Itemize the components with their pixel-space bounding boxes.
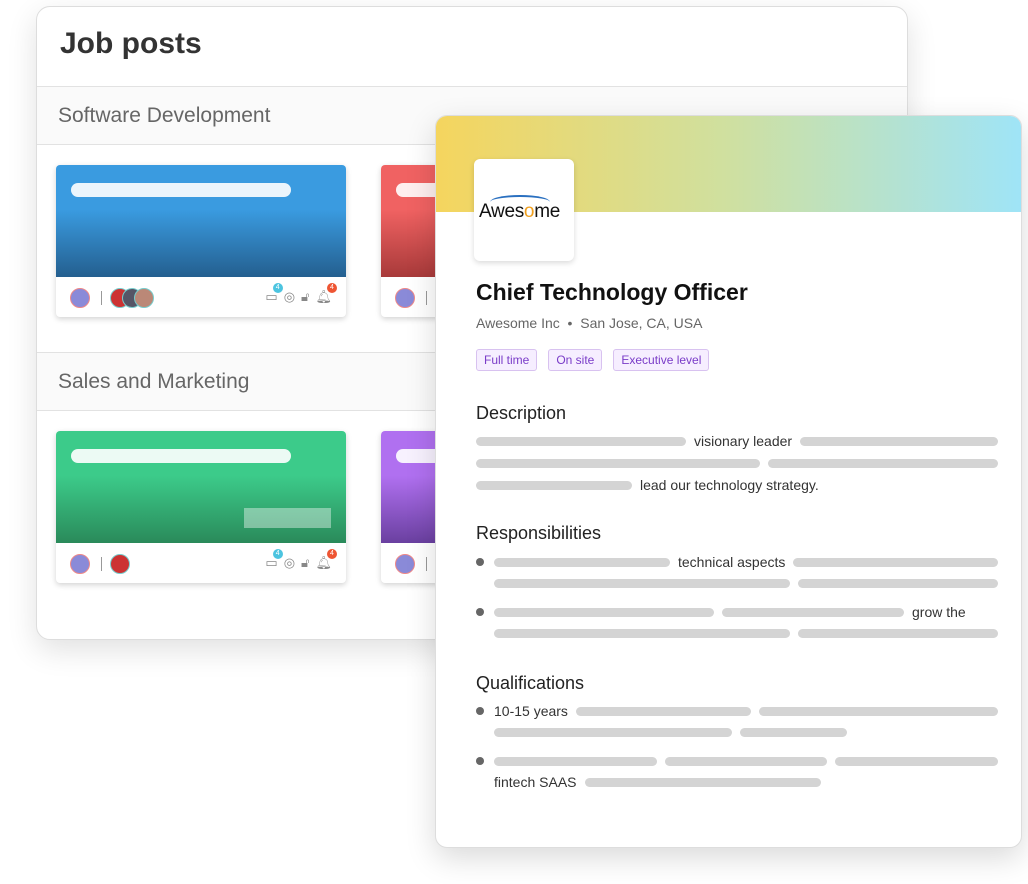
avatar xyxy=(395,554,415,574)
tag-list: Full time On site Executive level xyxy=(476,349,710,371)
bell-icon[interactable]: 🔔︎ 4 xyxy=(315,283,337,305)
avatar xyxy=(70,288,90,308)
lock-icon[interactable]: 🔓︎ xyxy=(301,555,309,571)
responsibilities-heading: Responsibilities xyxy=(476,523,602,543)
tag: Full time xyxy=(476,349,538,371)
eye-icon[interactable]: ◎ xyxy=(284,555,295,571)
description-heading: Description xyxy=(476,403,567,423)
lock-icon[interactable]: 🔓︎ xyxy=(301,289,309,305)
avatar xyxy=(134,288,154,308)
job-title: Chief Technology Officer xyxy=(476,279,748,305)
card-cover xyxy=(56,165,346,277)
avatar xyxy=(395,288,415,308)
job-meta: Awesome Inc • San Jose, CA, USA xyxy=(476,315,703,331)
qualifications-heading: Qualifications xyxy=(476,673,585,693)
company-logo: Awesome xyxy=(474,159,574,261)
tag: On site xyxy=(548,349,603,371)
job-card[interactable]: ▭ 4 ◎ 🔓︎ 🔔︎ 4 xyxy=(56,431,346,583)
avatar xyxy=(110,554,130,574)
calendar-icon[interactable]: ▭ 4 xyxy=(265,283,283,305)
bell-icon[interactable]: 🔔︎ 4 xyxy=(315,549,337,571)
avatar xyxy=(70,554,90,574)
card-cover xyxy=(56,431,346,543)
page-title: Job posts xyxy=(60,27,202,60)
eye-icon[interactable]: ◎ xyxy=(284,289,295,305)
job-card[interactable]: ▭ 4 ◎ 🔓︎ 🔔︎ 4 xyxy=(56,165,346,317)
job-detail-card: Awesome Chief Technology Officer Awesome… xyxy=(435,115,1022,848)
tag: Executive level xyxy=(613,349,710,371)
calendar-icon[interactable]: ▭ 4 xyxy=(265,549,283,571)
